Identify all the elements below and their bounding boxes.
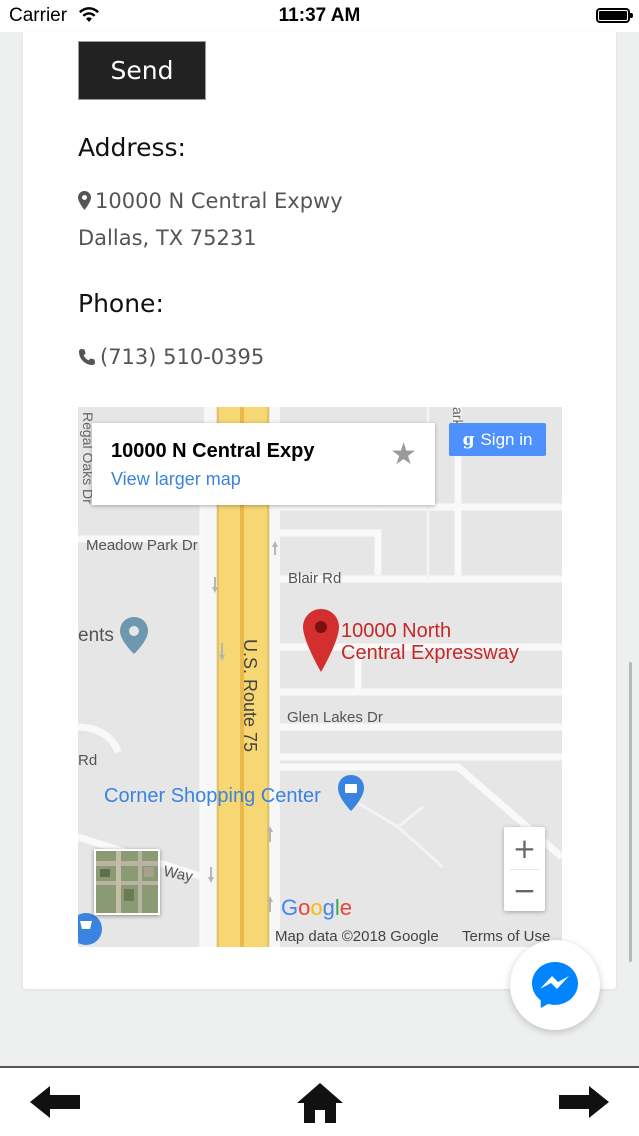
arrow-right-icon [559,1086,609,1118]
street-blair: Blair Rd [288,570,342,587]
zoom-in-button[interactable]: + [504,827,545,869]
street-glen-lakes: Glen Lakes Dr [287,709,383,726]
phone-icon [78,347,96,371]
marker-label: 10000 North Central Expressway [341,620,519,664]
sign-in-button[interactable]: g Sign in [449,423,546,456]
street-us-route: U.S. Route 75 [240,639,260,753]
arrow-left-icon [30,1086,80,1118]
google-logo: Google [281,895,353,920]
google-plus-icon: g [462,429,475,450]
home-icon [297,1083,343,1123]
poi-ents: ents [78,625,114,646]
view-larger-map-link[interactable]: View larger map [111,469,241,490]
address-heading: Address: [78,133,186,162]
back-button[interactable] [30,1082,82,1126]
street-meadow-park: Meadow Park Dr [86,537,198,554]
clock: 11:37 AM [278,5,361,26]
poi-shopping-center[interactable]: Corner Shopping Center [104,785,321,808]
map-data-attribution: Map data ©2018 Google [275,928,439,945]
forward-button[interactable] [557,1082,609,1126]
phone-line: (713) 510-0395 [78,345,264,371]
sign-in-label: Sign in [480,429,533,449]
place-title: 10000 N Central Expy [111,440,315,462]
zoom-out-button[interactable]: − [504,869,545,911]
map[interactable]: Regal Oaks Dr Meadow Park Dr Blair Rd Gl… [78,407,562,947]
phone-number[interactable]: (713) 510-0395 [100,345,264,369]
scrollbar[interactable] [629,662,632,962]
address-line1: 10000 N Central Expwy [78,189,343,215]
home-button[interactable] [296,1082,344,1128]
battery-icon [596,8,633,23]
satellite-thumbnail-icon [96,851,158,913]
status-bar: Carrier 11:37 AM [0,0,639,32]
marker-label-line2: Central Expressway [341,642,519,664]
bottom-nav [0,1066,639,1136]
zoom-controls: + − [504,827,545,911]
address-city: Dallas, TX 75231 [78,226,257,250]
map-marker-icon [78,191,91,215]
satellite-toggle[interactable] [94,849,160,915]
street-rd: Rd [78,752,98,769]
send-button[interactable]: Send [78,41,206,100]
messenger-icon [532,962,578,1008]
place-card: 10000 N Central Expy View larger map ★ [92,423,435,505]
star-icon[interactable]: ★ [390,437,417,472]
messenger-button[interactable] [510,940,600,1030]
phone-heading: Phone: [78,289,164,318]
marker-label-line1: 10000 North [341,620,452,642]
address-street: 10000 N Central Expwy [95,189,343,213]
